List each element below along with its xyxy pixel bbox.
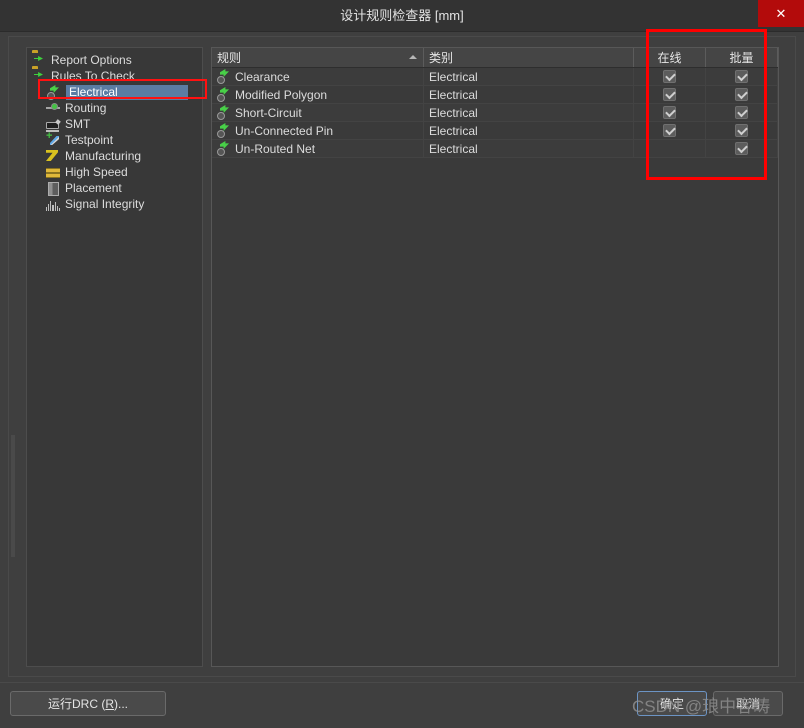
column-header-label: 规则: [217, 51, 242, 65]
column-header-cat[interactable]: 类别: [424, 48, 634, 67]
ok-button[interactable]: 确定: [637, 691, 707, 716]
cell-rule: Un-Routed Net: [212, 140, 424, 157]
sidebar-item-label: Manufacturing: [65, 148, 142, 163]
electrical-rule-icon: [217, 70, 230, 84]
folder-icon: [32, 53, 47, 67]
table-row[interactable]: Short-Circuit Electrical: [212, 104, 778, 122]
sidebar-item-high-speed[interactable]: High Speed: [27, 164, 202, 180]
rules-list-panel: 规则 类别 在线 批量 Clearance Electrical Modified Pol…: [211, 47, 779, 667]
rules-tree-panel[interactable]: Report Options Rules To Check Electrical Ro…: [26, 47, 203, 667]
sidebar-item-label: Rules To Check: [51, 68, 135, 83]
sidebar-item-label: Signal Integrity: [65, 196, 145, 211]
sidebar-item-manufacturing[interactable]: Manufacturing: [27, 148, 202, 164]
cell-online[interactable]: [634, 68, 706, 85]
column-header-label: 批量: [729, 51, 754, 65]
cell-category: Electrical: [424, 140, 634, 157]
electrical-rule-icon: [217, 124, 230, 138]
cell-online[interactable]: [634, 122, 706, 139]
panel-splitter-handle[interactable]: [11, 435, 15, 557]
electrical-rule-icon: [217, 106, 230, 120]
signal-integrity-icon: [46, 197, 61, 211]
cell-batch[interactable]: [706, 68, 778, 85]
sidebar-item-rules-to-check[interactable]: Rules To Check: [27, 68, 202, 84]
column-header-online[interactable]: 在线: [634, 48, 706, 67]
testpoint-icon: [46, 130, 61, 147]
electrical-rule-icon: [217, 142, 230, 156]
sidebar-item-label: Electrical: [66, 84, 188, 100]
drc-dialog-window: 设计规则检查器 [mm] ✕ Report Options Rules To Ch…: [0, 0, 804, 728]
rules-table-body: Clearance Electrical Modified Polygon Elect…: [212, 68, 778, 158]
cell-rule: Un-Connected Pin: [212, 122, 424, 139]
electrical-rule-icon: [217, 88, 230, 102]
online-checkbox[interactable]: [663, 106, 676, 119]
placement-icon: [46, 181, 61, 195]
dialog-body: Report Options Rules To Check Electrical Ro…: [8, 36, 796, 677]
run-drc-button[interactable]: 运行DRC (R)...: [10, 691, 166, 716]
online-checkbox[interactable]: [663, 70, 676, 83]
cell-online[interactable]: [634, 140, 706, 157]
table-row[interactable]: Modified Polygon Electrical: [212, 86, 778, 104]
smt-icon: [46, 117, 61, 131]
table-row[interactable]: Un-Routed Net Electrical: [212, 140, 778, 158]
window-title: 设计规则检查器 [mm]: [340, 8, 464, 23]
cell-online[interactable]: [634, 104, 706, 121]
rule-name: Short-Circuit: [235, 105, 302, 120]
rule-name: Clearance: [235, 69, 290, 84]
electrical-rule-icon: [46, 85, 61, 99]
sidebar-item-routing[interactable]: Routing: [27, 100, 202, 116]
column-header-rule[interactable]: 规则: [212, 48, 424, 67]
batch-checkbox[interactable]: [735, 142, 748, 155]
batch-checkbox[interactable]: [735, 70, 748, 83]
manufacturing-icon: [46, 149, 61, 163]
cancel-button[interactable]: 取消: [713, 691, 783, 716]
sort-ascending-icon: [409, 55, 417, 59]
sidebar-item-signal-integrity[interactable]: Signal Integrity: [27, 196, 202, 212]
batch-checkbox[interactable]: [735, 88, 748, 101]
table-row[interactable]: Un-Connected Pin Electrical: [212, 122, 778, 140]
rule-name: Modified Polygon: [235, 87, 328, 102]
cell-category: Electrical: [424, 86, 634, 103]
sidebar-item-label: Placement: [65, 180, 122, 195]
sidebar-item-label: High Speed: [65, 164, 128, 179]
sidebar-item-label: Report Options: [51, 52, 132, 67]
cell-batch[interactable]: [706, 104, 778, 121]
online-checkbox[interactable]: [663, 88, 676, 101]
rules-table-header: 规则 类别 在线 批量: [212, 48, 778, 68]
rule-name: Un-Routed Net: [235, 141, 316, 156]
online-checkbox[interactable]: [663, 124, 676, 137]
cell-batch[interactable]: [706, 140, 778, 157]
rule-name: Un-Connected Pin: [235, 123, 334, 138]
close-icon[interactable]: ✕: [758, 0, 804, 27]
sidebar-item-placement[interactable]: Placement: [27, 180, 202, 196]
title-bar: 设计规则检查器 [mm] ✕: [0, 0, 804, 32]
sidebar-item-label: Routing: [65, 100, 107, 115]
sidebar-item-report-options[interactable]: Report Options: [27, 52, 202, 68]
cell-batch[interactable]: [706, 122, 778, 139]
sidebar-item-testpoint[interactable]: Testpoint: [27, 130, 202, 148]
routing-icon: [46, 101, 61, 115]
cell-batch[interactable]: [706, 86, 778, 103]
cell-category: Electrical: [424, 104, 634, 121]
dialog-footer: 运行DRC (R)... 确定 取消: [0, 682, 804, 728]
cell-category: Electrical: [424, 68, 634, 85]
cell-rule: Short-Circuit: [212, 104, 424, 121]
cell-online[interactable]: [634, 86, 706, 103]
sidebar-item-label: SMT: [65, 116, 91, 131]
column-header-label: 类别: [429, 51, 454, 65]
table-row[interactable]: Clearance Electrical: [212, 68, 778, 86]
cell-category: Electrical: [424, 122, 634, 139]
sidebar-item-label: Testpoint: [65, 132, 114, 147]
batch-checkbox[interactable]: [735, 106, 748, 119]
folder-icon: [32, 69, 47, 83]
cell-rule: Modified Polygon: [212, 86, 424, 103]
sidebar-item-electrical[interactable]: Electrical: [27, 84, 202, 100]
column-header-label: 在线: [657, 51, 682, 65]
batch-checkbox[interactable]: [735, 124, 748, 137]
high-speed-icon: [46, 165, 61, 179]
cell-rule: Clearance: [212, 68, 424, 85]
column-header-batch[interactable]: 批量: [706, 48, 778, 67]
